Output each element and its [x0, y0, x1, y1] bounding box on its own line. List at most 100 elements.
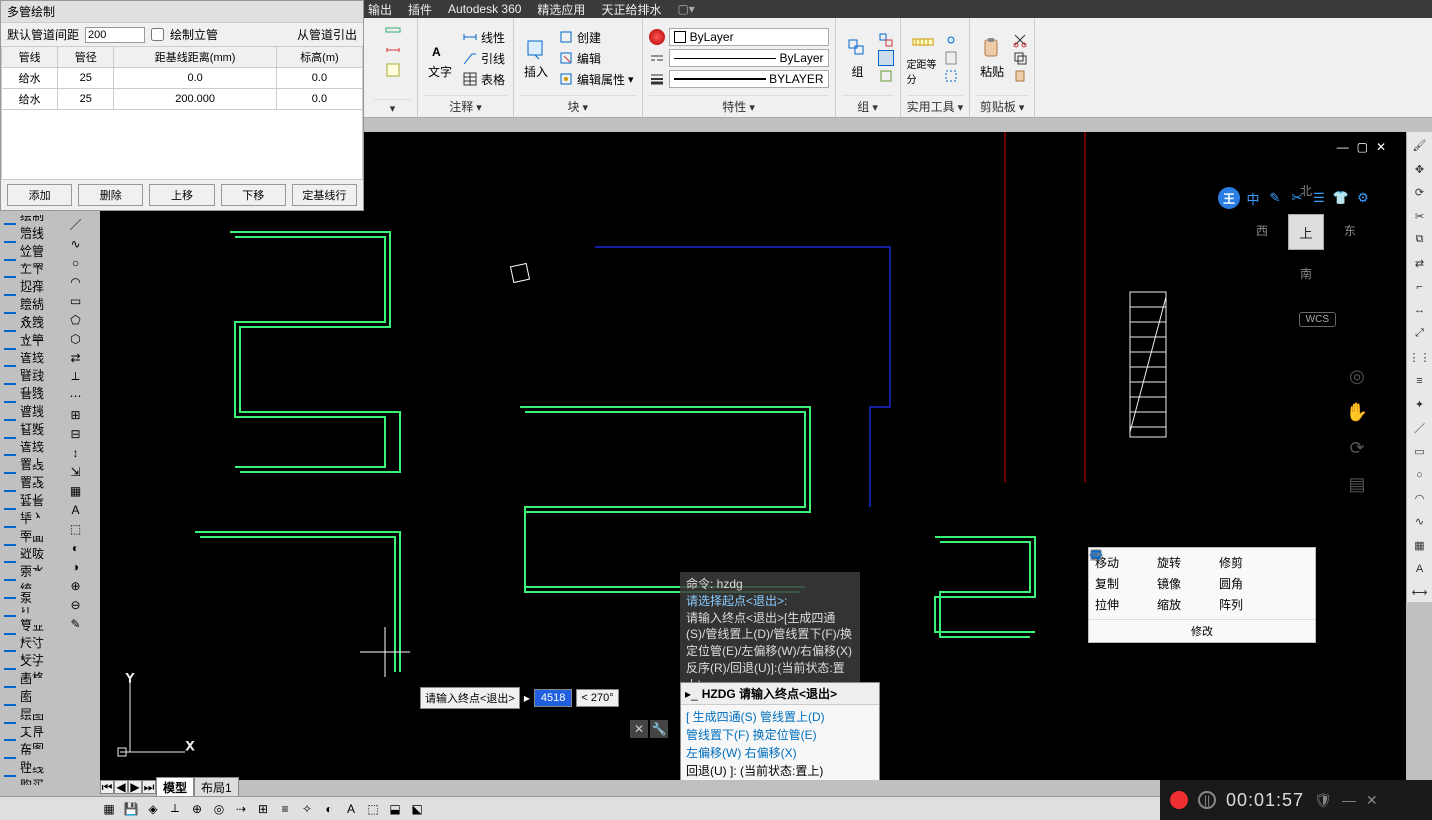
cmdbar-close-icon[interactable]: ✕: [630, 720, 648, 738]
tool-stretch-icon[interactable]: ↔: [1410, 301, 1430, 321]
add-button[interactable]: 添加: [7, 184, 72, 206]
sidebar-item[interactable]: 管线连接: [0, 429, 50, 447]
tool-icon[interactable]: ⬚: [67, 519, 84, 538]
mirror-button[interactable]: 镜像: [1157, 575, 1213, 592]
explode-icon[interactable]: [1281, 575, 1309, 592]
cmdbar-wrench-icon[interactable]: 🔧: [650, 720, 668, 738]
record-icon[interactable]: [1170, 791, 1188, 809]
up-button[interactable]: 上移: [149, 184, 214, 206]
sidebar-item[interactable]: 双线水管: [0, 322, 50, 340]
tool-dim-icon[interactable]: ⟷: [1410, 583, 1430, 603]
dim-linear-button[interactable]: 线性: [460, 28, 507, 47]
status-track-icon[interactable]: ⇢: [232, 800, 250, 818]
menu-featured[interactable]: 精选应用: [537, 1, 585, 18]
tab-last-icon[interactable]: ⏭: [142, 780, 156, 794]
tool-pline-icon[interactable]: ∿: [1410, 512, 1430, 532]
linetype-icon[interactable]: [649, 50, 665, 66]
menu-plugin[interactable]: 插件: [408, 1, 432, 18]
tool-rotate-icon[interactable]: ⟳: [1410, 183, 1430, 203]
sidebar-item[interactable]: 文字表格: [0, 660, 50, 678]
shield-icon[interactable]: 🛡: [1314, 792, 1332, 809]
sidebar-item[interactable]: 虹吸雨水: [0, 553, 50, 571]
rec-min-icon[interactable]: —: [1342, 792, 1356, 808]
sidebar-item[interactable]: 绘图工具: [0, 714, 50, 732]
status-osnap-icon[interactable]: ◎: [210, 800, 228, 818]
sidebar-item[interactable]: 专业标注: [0, 625, 50, 643]
sidebar-item[interactable]: 管线升降: [0, 375, 50, 393]
down-button[interactable]: 下移: [221, 184, 286, 206]
tool-fillet-icon[interactable]: ⌐: [1410, 277, 1430, 297]
sidebar-item[interactable]: 管线延长: [0, 482, 50, 500]
nav-pan-icon[interactable]: ✋: [1343, 398, 1371, 426]
sidebar-item[interactable]: 管线置下: [0, 464, 50, 482]
paste-button[interactable]: 粘贴: [976, 30, 1008, 86]
measure-button[interactable]: 定距等分: [907, 30, 939, 86]
menu-tiancheng[interactable]: 天正给排水: [601, 1, 661, 18]
sidebar-item[interactable]: 上下扣弯: [0, 268, 50, 286]
sidebar-item[interactable]: 管线联动: [0, 358, 50, 376]
tool-circle-icon[interactable]: ○: [1410, 465, 1430, 485]
viewcube-top[interactable]: 上: [1288, 214, 1324, 250]
tool-icon[interactable]: ↕: [70, 443, 82, 462]
sidebar-item[interactable]: 计 算: [0, 607, 50, 625]
pill-shirt-icon[interactable]: 👕: [1332, 189, 1350, 207]
nav-wheel-icon[interactable]: ◎: [1343, 362, 1371, 390]
sidebar-item[interactable]: 沿线绘管: [0, 233, 50, 251]
pause-icon[interactable]: ||: [1198, 791, 1216, 809]
tool-icon[interactable]: ⇄: [67, 348, 83, 367]
table-button[interactable]: 表格: [460, 70, 507, 89]
sidebar-item[interactable]: 文件布图: [0, 732, 50, 750]
pill-lang-icon[interactable]: 中: [1244, 189, 1262, 207]
tool-scale-icon[interactable]: ⤢: [1410, 324, 1430, 344]
status-qs-icon[interactable]: ◐: [320, 800, 338, 818]
pill-logo-icon[interactable]: 王: [1218, 187, 1240, 209]
ungroup-icon[interactable]: [878, 32, 894, 48]
sidebar-item[interactable]: 管线置上: [0, 447, 50, 465]
tool-icon[interactable]: ⬡: [67, 329, 83, 348]
tool-explode-icon[interactable]: ✦: [1410, 395, 1430, 415]
tool-icon[interactable]: ⋯: [67, 386, 85, 405]
tool-icon[interactable]: ⊕: [67, 576, 83, 595]
linetype-dropdown[interactable]: ByLayer: [669, 49, 829, 67]
block-attr-button[interactable]: 编辑属性 ▾: [556, 70, 636, 89]
inline-distance-input[interactable]: 4518: [534, 689, 572, 707]
status-a-icon[interactable]: A: [342, 800, 360, 818]
paste-special-icon[interactable]: [1012, 68, 1028, 84]
tab-first-icon[interactable]: ⏮: [100, 780, 114, 794]
tool-offset-icon[interactable]: ≡: [1410, 371, 1430, 391]
layer-color-dropdown[interactable]: ByLayer: [669, 28, 829, 46]
move-button[interactable]: 移动: [1095, 554, 1151, 571]
close-icon[interactable]: ✕: [1376, 140, 1386, 154]
table-row[interactable]: 给水250.00.0: [2, 68, 363, 89]
copy-icon[interactable]: [1012, 50, 1028, 66]
tool-icon[interactable]: ∿: [67, 234, 83, 253]
status-grid-icon[interactable]: ▦: [100, 800, 118, 818]
sidebar-item[interactable]: 图 层: [0, 696, 50, 714]
lineweight-dropdown[interactable]: BYLAYER: [669, 70, 829, 88]
col-dia[interactable]: 管径: [58, 47, 114, 68]
status-tr-icon[interactable]: ✧: [298, 800, 316, 818]
tab-prev-icon[interactable]: ◀: [114, 780, 128, 794]
pill-gear-icon[interactable]: ⚙: [1354, 189, 1372, 207]
tool-copy-icon[interactable]: ⧉: [1410, 230, 1430, 250]
tool-icon[interactable]: ○: [69, 253, 82, 272]
rotate-button[interactable]: 旋转: [1157, 554, 1213, 571]
lineweight-icon[interactable]: [649, 71, 665, 87]
calc-icon[interactable]: [943, 50, 959, 66]
menu-output[interactable]: 输出: [368, 1, 392, 18]
nav-orbit-icon[interactable]: ⟳: [1343, 434, 1371, 462]
menu-extra-icon[interactable]: ▢▾: [677, 2, 694, 16]
sidebar-item[interactable]: 立管布置: [0, 251, 50, 269]
sidebar-item[interactable]: 立干连接: [0, 340, 50, 358]
trim-button[interactable]: 修剪: [1219, 554, 1275, 571]
tool-text-icon[interactable]: A: [1410, 559, 1430, 579]
tool-icon[interactable]: ／: [66, 215, 84, 234]
tool-paint-icon[interactable]: 🖌: [1410, 136, 1430, 156]
match-props-icon[interactable]: [649, 29, 665, 45]
tool-icon[interactable]: A: [68, 500, 82, 519]
tool-icon[interactable]: ⇲: [67, 462, 83, 481]
stretch-button[interactable]: 拉伸: [1095, 596, 1151, 613]
riser-checkbox[interactable]: [151, 28, 164, 41]
tool-rect-icon[interactable]: ▭: [1410, 442, 1430, 462]
menu-a360[interactable]: Autodesk 360: [448, 2, 521, 16]
